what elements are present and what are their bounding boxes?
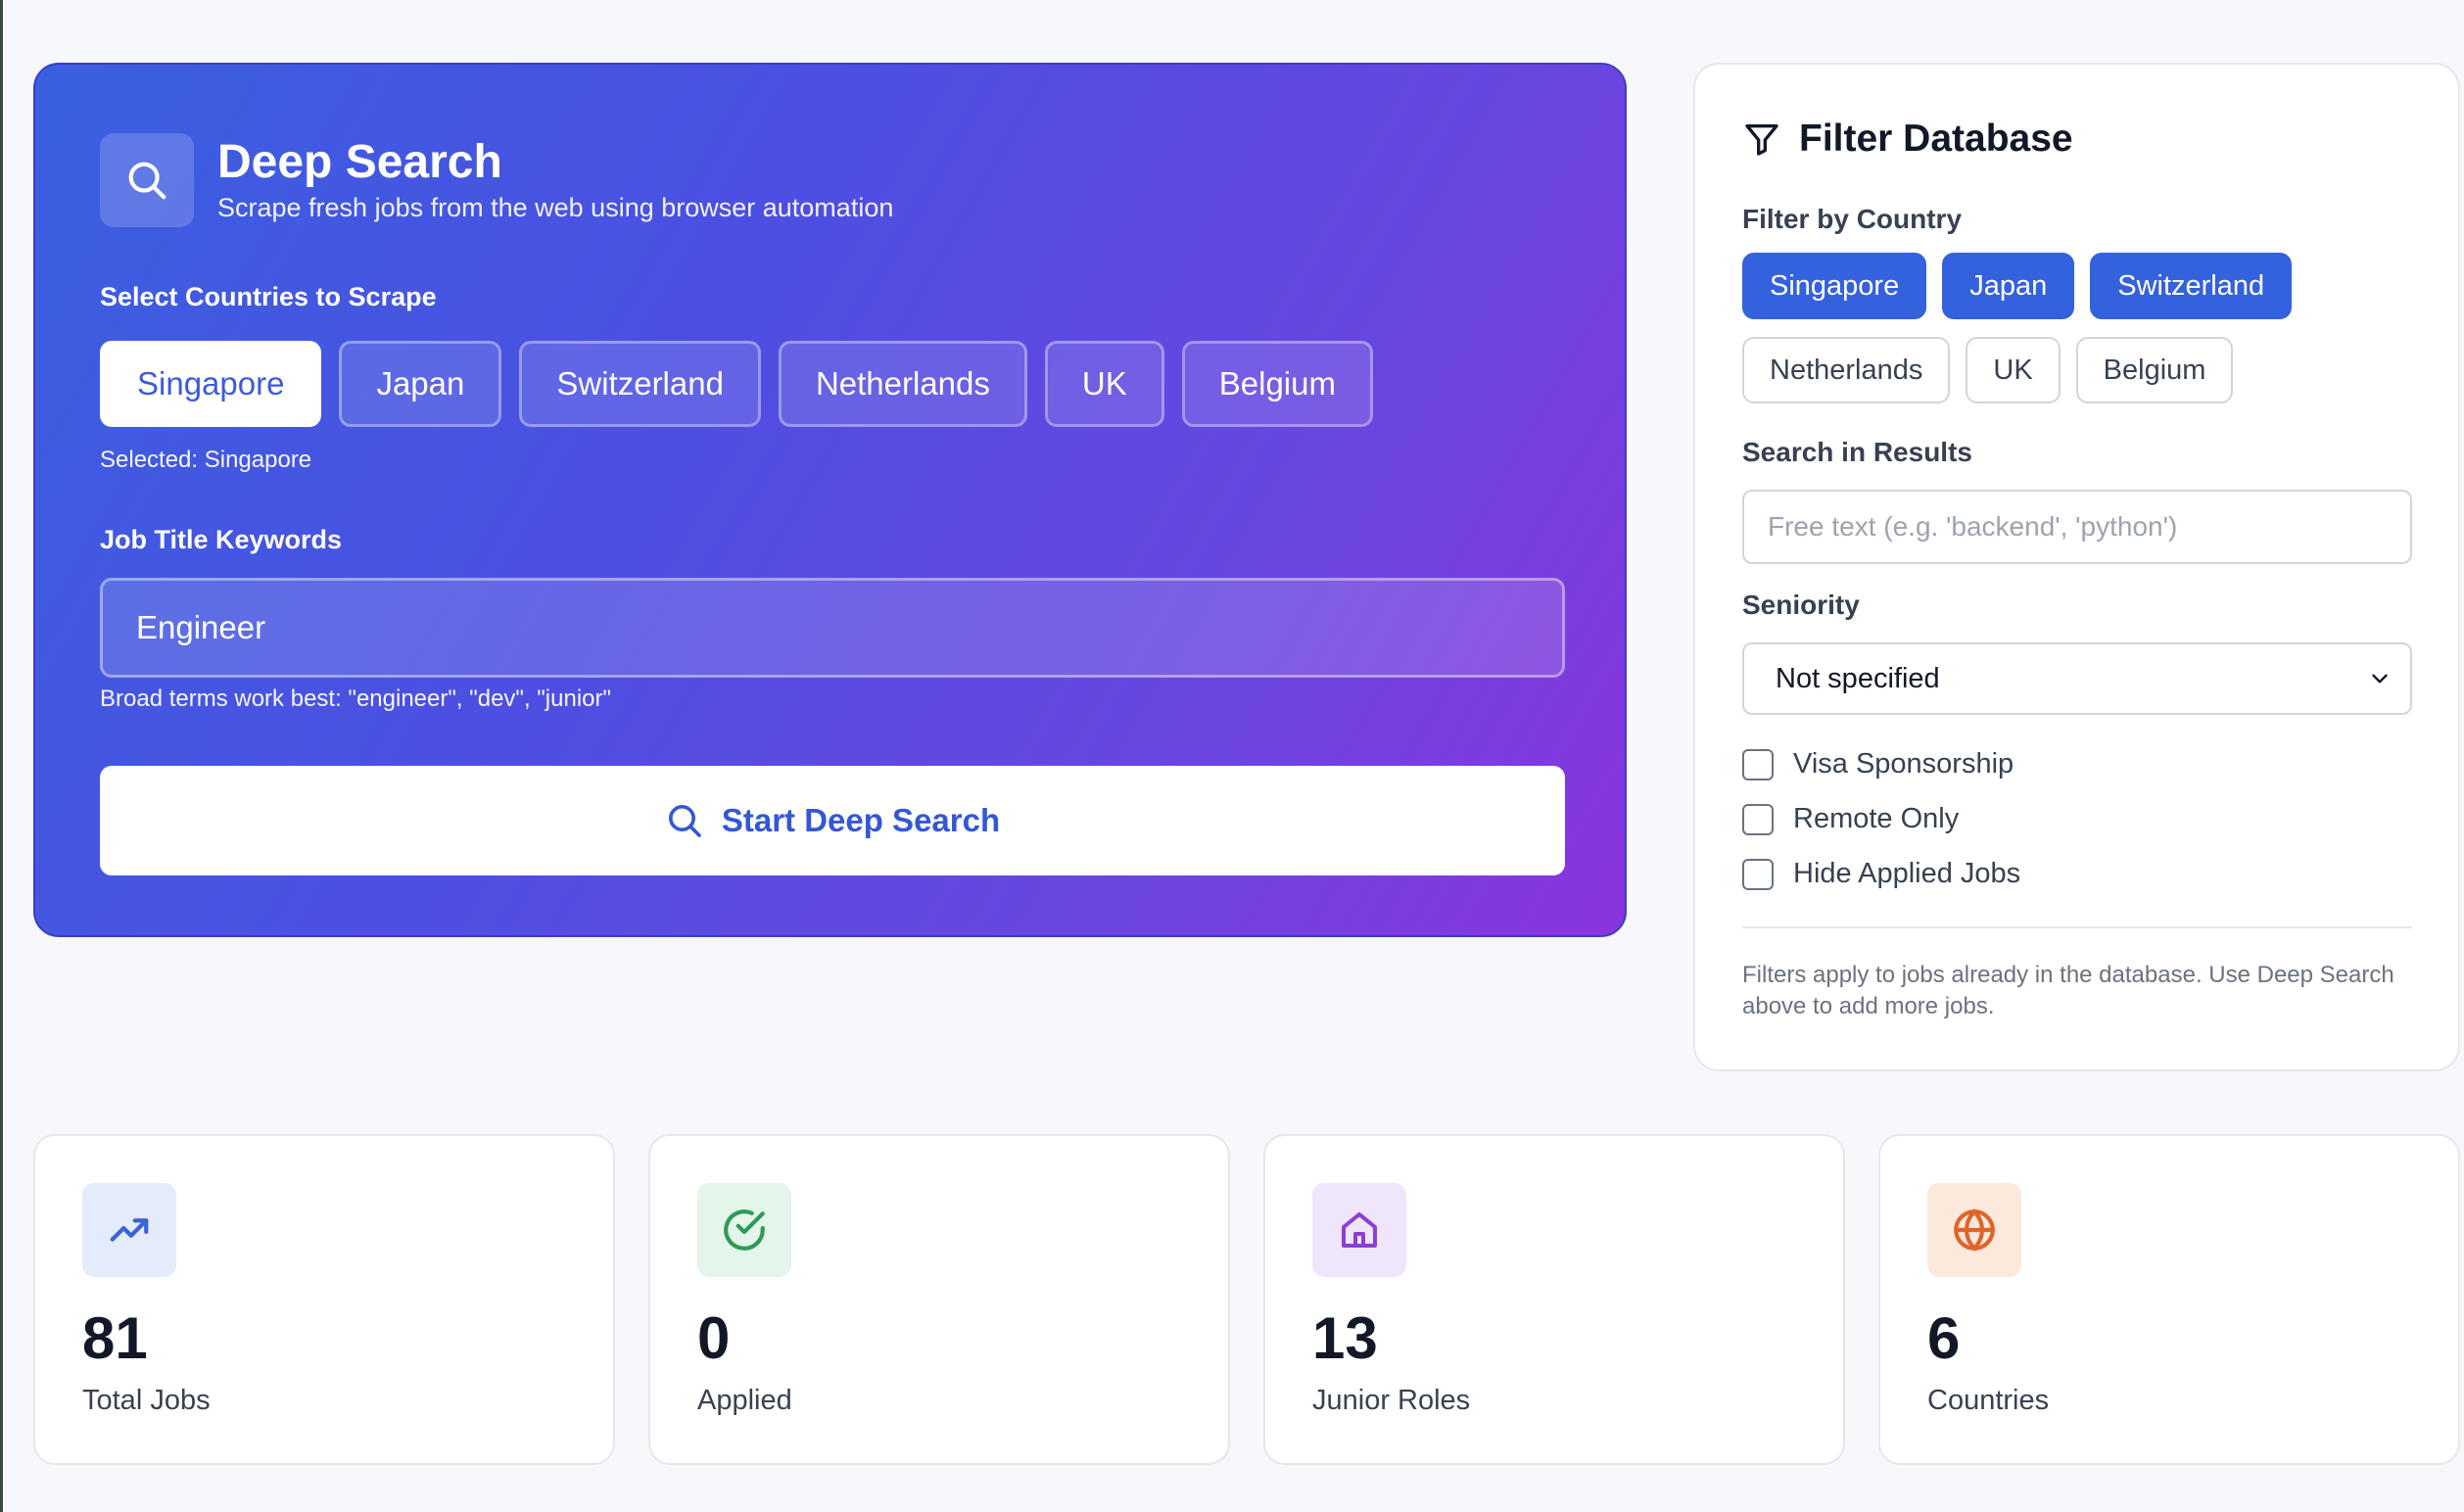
deep-search-title: Deep Search <box>217 136 502 188</box>
stat-card-total-jobs: 81 Total Jobs <box>33 1134 615 1465</box>
search-results-label: Search in Results <box>1742 437 1972 467</box>
countries-label: Select Countries to Scrape <box>100 282 437 311</box>
scrape-country-list: Singapore Japan Switzerland Netherlands … <box>100 341 1373 427</box>
filter-header: Filter Database <box>1742 118 2073 161</box>
stat-label: Junior Roles <box>1312 1385 1471 1416</box>
stat-card-junior-roles: 13 Junior Roles <box>1263 1134 1845 1465</box>
check-circle-icon <box>697 1183 791 1277</box>
chevron-down-icon <box>2372 674 2388 684</box>
stat-value: 0 <box>697 1305 731 1371</box>
keywords-input[interactable] <box>100 578 1565 678</box>
remote-only-option[interactable]: Remote Only <box>1742 803 1959 835</box>
scrape-country-japan[interactable]: Japan <box>339 341 502 427</box>
scrape-country-netherlands[interactable]: Netherlands <box>778 341 1027 427</box>
deep-search-card: Deep Search Scrape fresh jobs from the w… <box>33 63 1627 937</box>
start-deep-search-label: Start Deep Search <box>721 802 1001 838</box>
filter-country-list: Singapore Japan Switzerland Netherlands … <box>1742 253 2428 403</box>
search-icon <box>668 805 701 837</box>
filter-country-switzerland[interactable]: Switzerland <box>2090 253 2293 319</box>
globe-icon <box>1927 1183 2021 1277</box>
seniority-label: Seniority <box>1742 590 1860 620</box>
stat-card-countries: 6 Countries <box>1878 1134 2460 1465</box>
stat-label: Applied <box>697 1385 792 1416</box>
hide-applied-label: Hide Applied Jobs <box>1793 858 2021 889</box>
filter-country-label: Filter by Country <box>1742 204 1963 234</box>
stat-value: 81 <box>82 1305 148 1371</box>
remote-only-checkbox[interactable] <box>1742 803 1774 835</box>
deep-search-subtitle: Scrape fresh jobs from the web using bro… <box>217 193 894 222</box>
hide-applied-checkbox[interactable] <box>1742 858 1774 890</box>
keywords-label: Job Title Keywords <box>100 525 343 554</box>
scrape-country-uk[interactable]: UK <box>1044 341 1164 427</box>
start-deep-search-button[interactable]: Start Deep Search <box>100 766 1565 875</box>
search-results-input[interactable] <box>1742 490 2412 564</box>
filter-country-netherlands[interactable]: Netherlands <box>1742 337 1951 403</box>
trending-up-icon <box>82 1183 176 1277</box>
home-icon <box>1312 1183 1406 1277</box>
seniority-value: Not specified <box>1776 662 1940 694</box>
visa-sponsorship-checkbox[interactable] <box>1742 748 1774 780</box>
stat-value: 6 <box>1927 1305 1961 1371</box>
stat-label: Total Jobs <box>82 1385 211 1416</box>
filter-country-belgium[interactable]: Belgium <box>2075 337 2234 403</box>
keywords-hint: Broad terms work best: "engineer", "dev"… <box>100 685 612 712</box>
stat-label: Countries <box>1927 1385 2050 1416</box>
visa-sponsorship-option[interactable]: Visa Sponsorship <box>1742 748 2014 780</box>
scrape-country-singapore[interactable]: Singapore <box>100 341 322 427</box>
filter-country-japan[interactable]: Japan <box>1942 253 2075 319</box>
search-icon <box>100 133 194 227</box>
filter-divider <box>1742 926 2412 928</box>
filter-country-singapore[interactable]: Singapore <box>1742 253 1927 319</box>
selected-countries-text: Selected: Singapore <box>100 447 312 473</box>
remote-only-label: Remote Only <box>1793 803 1960 834</box>
stat-card-applied: 0 Applied <box>648 1134 1230 1465</box>
stat-value: 13 <box>1312 1305 1378 1371</box>
scrape-country-belgium[interactable]: Belgium <box>1181 341 1373 427</box>
seniority-select[interactable]: Not specified <box>1742 642 2412 715</box>
filter-country-uk[interactable]: UK <box>1966 337 2061 403</box>
filter-panel: Filter Database Filter by Country Singap… <box>1693 63 2460 1071</box>
hide-applied-option[interactable]: Hide Applied Jobs <box>1742 858 2020 890</box>
window-edge <box>0 0 3 1512</box>
deep-search-header: Deep Search Scrape fresh jobs from the w… <box>100 133 893 227</box>
filter-title: Filter Database <box>1799 118 2073 160</box>
scrape-country-switzerland[interactable]: Switzerland <box>519 341 761 427</box>
filter-icon <box>1745 123 1778 156</box>
visa-sponsorship-label: Visa Sponsorship <box>1793 748 2014 780</box>
filter-note: Filters apply to jobs already in the dat… <box>1742 962 2394 1019</box>
